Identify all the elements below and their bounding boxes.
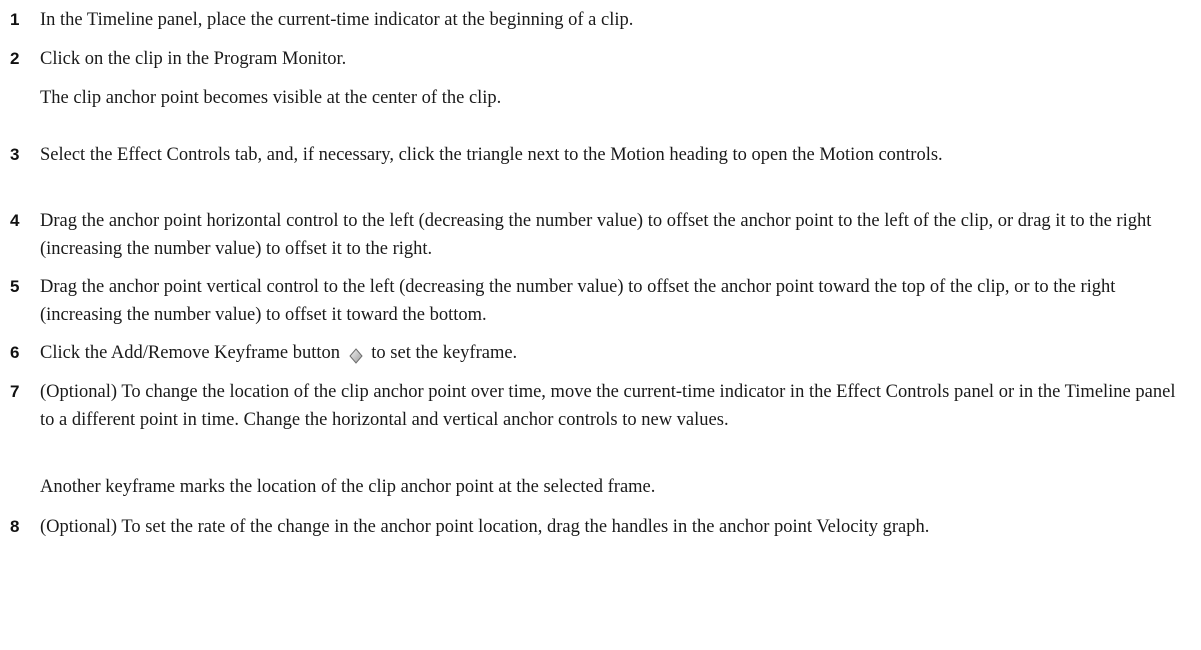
step-text: Select the Effect Controls tab, and, if … bbox=[40, 145, 943, 165]
document-page: 1 In the Timeline panel, place the curre… bbox=[0, 0, 1201, 650]
step-text: Drag the anchor point horizontal control… bbox=[40, 211, 1152, 259]
step-text: Click the Add/Remove Keyframe button to … bbox=[40, 339, 1191, 367]
step-text: (Optional) To change the location of the… bbox=[40, 382, 1176, 430]
step-text: Drag the anchor point vertical control t… bbox=[40, 277, 1116, 325]
step-text: Click on the clip in the Program Monitor… bbox=[40, 49, 347, 69]
step-number: 2 bbox=[10, 49, 20, 68]
step-note: The clip anchor point becomes visible at… bbox=[40, 88, 502, 108]
step-number: 7 bbox=[10, 382, 20, 401]
step-text-after: to set the keyframe. bbox=[371, 343, 518, 363]
step-text: In the Timeline panel, place the current… bbox=[40, 10, 634, 30]
keyframe-diamond-icon bbox=[347, 345, 365, 364]
step-number: 1 bbox=[10, 10, 20, 29]
step-number: 6 bbox=[10, 343, 20, 362]
step-text: (Optional) To set the rate of the change… bbox=[40, 517, 930, 537]
step-note: Another keyframe marks the location of t… bbox=[40, 477, 656, 497]
step-number: 8 bbox=[10, 517, 20, 536]
step-number: 3 bbox=[10, 145, 20, 164]
step-number: 5 bbox=[10, 277, 20, 296]
step-number: 4 bbox=[10, 211, 20, 230]
step-text-before: Click the Add/Remove Keyframe button bbox=[40, 343, 341, 363]
